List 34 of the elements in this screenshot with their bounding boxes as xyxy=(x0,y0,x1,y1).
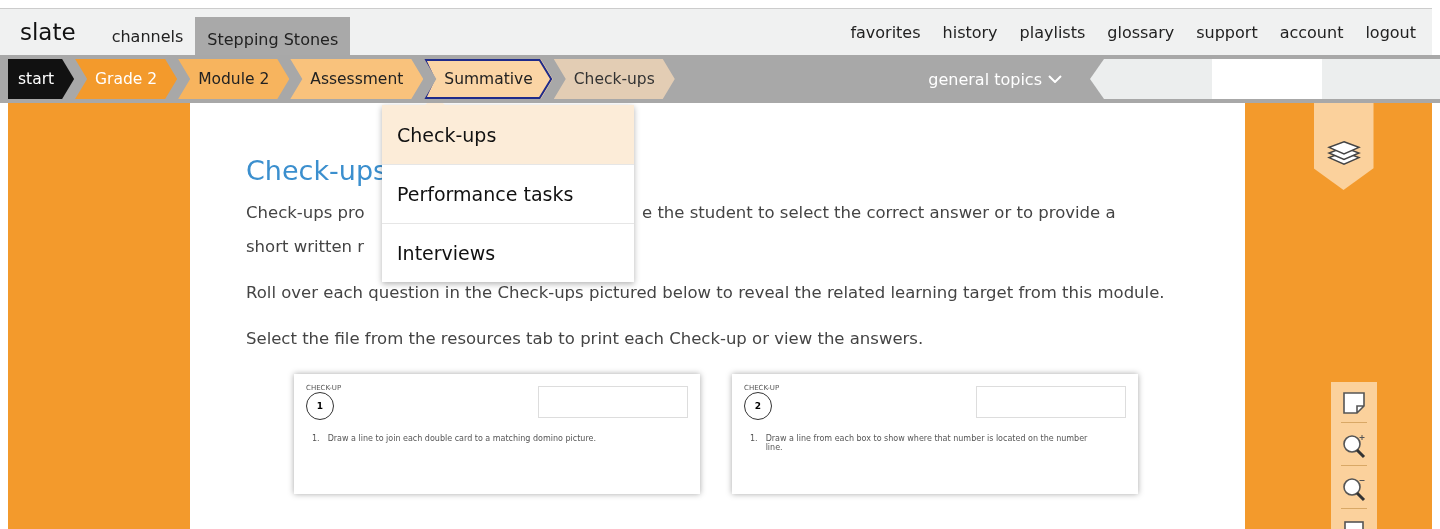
question-text: Draw a line from each box to show where that number is located on the number line. xyxy=(765,434,1089,452)
nav-tab[interactable]: channels xyxy=(99,17,196,55)
question-number: 1. xyxy=(312,434,320,443)
paragraph: Roll over each question in the Check-ups pictured below to reveal the related learning target from this module. xyxy=(246,282,1166,304)
nav-link[interactable]: playlists xyxy=(1019,22,1086,42)
question-text: Draw a line to join each double card to a matching domino picture. xyxy=(327,434,597,443)
menu-item[interactable]: Interviews xyxy=(382,223,634,282)
paragraph-fragment: short written r xyxy=(246,236,365,258)
layers-tab[interactable] xyxy=(1313,103,1374,190)
nav-link[interactable]: account xyxy=(1279,22,1344,42)
paragraph-fragment: Check-ups pro xyxy=(246,202,365,224)
zoom-in-icon[interactable] xyxy=(1340,433,1367,466)
paragraph-fragment: e the student to select the correct answer or to provide a xyxy=(642,202,1116,224)
nav-link[interactable]: favorites xyxy=(850,22,921,42)
logo-text[interactable]: slate xyxy=(20,19,76,45)
paragraph: Select the file from the resources tab to print each Check-up or view the answers. xyxy=(246,328,925,350)
breadcrumb-item[interactable]: Module 2 xyxy=(178,59,290,99)
search-field[interactable] xyxy=(1212,59,1322,99)
layers-icon xyxy=(1326,139,1361,167)
nav-link[interactable]: glossary xyxy=(1107,22,1175,42)
breadcrumb-item[interactable]: Check-ups xyxy=(553,59,675,99)
breadcrumb-item[interactable]: Summative xyxy=(424,59,553,99)
breadcrumb-item[interactable]: start xyxy=(8,59,75,99)
nav-link[interactable]: logout xyxy=(1365,22,1416,42)
breadcrumb-item[interactable]: Assessment xyxy=(290,59,424,99)
nav-tab[interactable]: Stepping Stones xyxy=(195,17,351,55)
menu-item[interactable]: Check-ups xyxy=(382,105,634,164)
zoom-out-icon[interactable] xyxy=(1340,476,1367,509)
menu-item[interactable]: Performance tasks xyxy=(382,164,634,223)
question-number: 1. xyxy=(750,434,758,445)
chevron-down-icon xyxy=(1048,75,1062,83)
nav-link[interactable]: history xyxy=(942,22,998,42)
note-icon[interactable] xyxy=(1340,390,1367,423)
nav-link[interactable]: support xyxy=(1196,22,1258,42)
